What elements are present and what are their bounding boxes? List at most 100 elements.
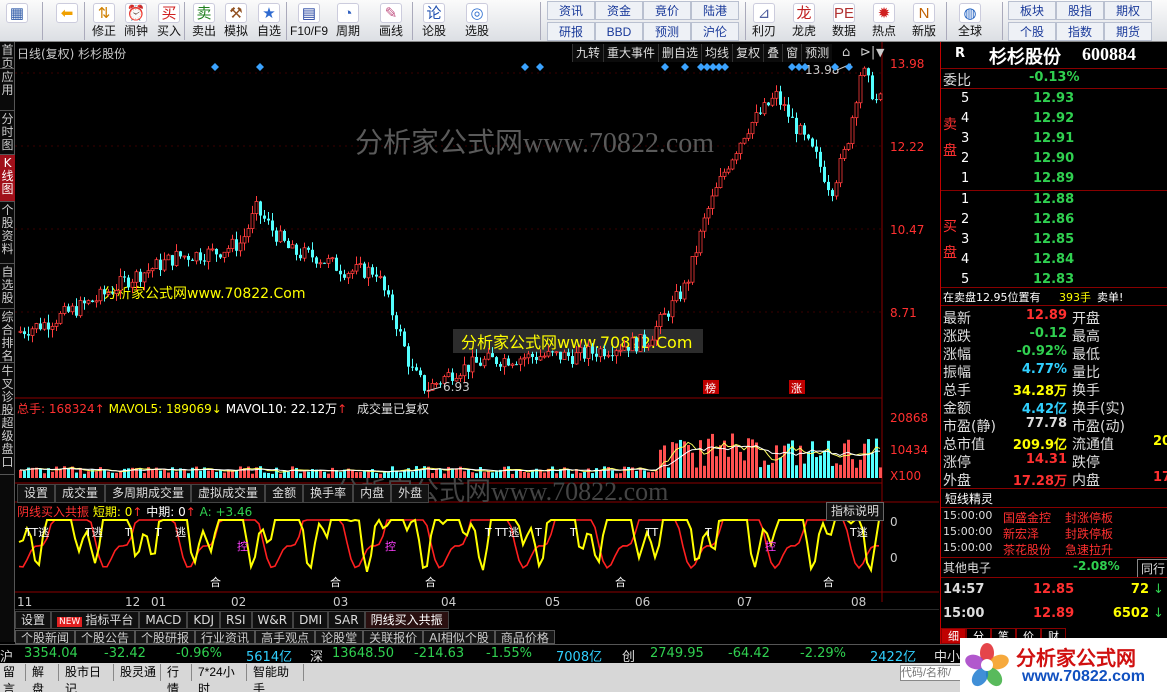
nav-item-4[interactable]: 个股资料 bbox=[0, 202, 15, 264]
toolbar-back-arrow-button[interactable]: ⬅ bbox=[50, 0, 84, 41]
chart-button-0[interactable]: 九转 bbox=[572, 44, 604, 62]
toolbar-buy-button[interactable]: 买买入 bbox=[152, 0, 186, 41]
toolbar-f10-button[interactable]: ▤ F10/F9 bbox=[288, 0, 330, 41]
search-input[interactable] bbox=[900, 665, 962, 681]
chart-button-5[interactable]: 叠 bbox=[763, 44, 783, 62]
lock-icon[interactable]: ⌂ bbox=[842, 45, 850, 60]
chevron-down-icon[interactable]: ▼ bbox=[876, 46, 885, 59]
indicator-tab-4[interactable]: RSI bbox=[220, 611, 252, 629]
candle-body bbox=[823, 166, 826, 182]
chart-button-3[interactable]: 均线 bbox=[701, 44, 733, 62]
nav-item-7[interactable]: 牛叉诊股 bbox=[0, 363, 15, 417]
indicator-tab-1[interactable]: NEW 指标平台 bbox=[51, 611, 140, 629]
spirit-stock[interactable]: 国盛金控 bbox=[1003, 509, 1051, 526]
chart-button-1[interactable]: 重大事件 bbox=[603, 44, 659, 62]
toolbar-up-down-button[interactable]: ⇅ 修正 bbox=[88, 0, 120, 41]
toolbar-grid-button[interactable]: ▦ bbox=[0, 0, 34, 41]
nav-item-2[interactable]: 分时图 bbox=[0, 111, 15, 155]
mini-button-13[interactable]: 期货 bbox=[1104, 22, 1152, 41]
indicator-tab-6[interactable]: DMI bbox=[293, 611, 329, 629]
news-tab-0[interactable]: 个股新闻 bbox=[15, 630, 76, 644]
toolbar-discuss-button[interactable]: 论论股 bbox=[414, 0, 454, 41]
status-item-6[interactable]: 智能助手 bbox=[250, 664, 304, 692]
news-tab-1[interactable]: 个股公告 bbox=[75, 630, 136, 644]
candle-body bbox=[606, 354, 611, 357]
news-tab-4[interactable]: 高手观点 bbox=[255, 630, 316, 644]
toolbar-globe-button[interactable]: ◍ 全球 bbox=[952, 0, 988, 41]
volume-tab-5[interactable]: 换手率 bbox=[303, 484, 354, 503]
volume-tab-7[interactable]: 外盘 bbox=[391, 484, 430, 503]
mini-button-3[interactable]: 陆港 bbox=[691, 1, 739, 20]
status-item-3[interactable]: 股灵通 bbox=[117, 664, 161, 681]
mini-button-7[interactable]: 沪伦 bbox=[691, 22, 739, 41]
nav-item-8[interactable]: 超级盘口 bbox=[0, 415, 15, 475]
toolbar-sell-button[interactable]: 卖卖出 bbox=[188, 0, 220, 41]
indicator-tab-0[interactable]: 设置 bbox=[15, 611, 52, 629]
mini-button-6[interactable]: 预测 bbox=[643, 22, 691, 41]
indicator-tab-2[interactable]: MACD bbox=[139, 611, 188, 629]
chart-button-4[interactable]: 复权 bbox=[732, 44, 764, 62]
chart-title: 日线(复权) 杉杉股份 bbox=[17, 47, 127, 61]
nav-item-3[interactable]: K线图 bbox=[0, 155, 15, 202]
status-item-4[interactable]: 行情 bbox=[164, 664, 192, 692]
toolbar-alarm-clock-button[interactable]: ⏰ 闹钟 bbox=[120, 0, 152, 41]
mini-button-9[interactable]: 股指 bbox=[1056, 1, 1104, 20]
candle-body bbox=[423, 375, 426, 391]
tick-time: 14:57 bbox=[943, 582, 985, 597]
news-tab-5[interactable]: 论股堂 bbox=[315, 630, 364, 644]
toolbar-gavel-button[interactable]: ⚒ 模拟 bbox=[220, 0, 252, 41]
toolbar-clock-button[interactable]: ◔ 周期 bbox=[330, 0, 366, 41]
news-tab-3[interactable]: 行业资讯 bbox=[195, 630, 256, 644]
status-item-1[interactable]: 解盘 bbox=[29, 664, 59, 692]
toolbar-hot-button[interactable]: ✹ 热点 bbox=[866, 0, 902, 41]
mini-button-0[interactable]: 资讯 bbox=[547, 1, 595, 20]
volume-tab-4[interactable]: 金额 bbox=[265, 484, 304, 503]
toolbar-select-stock-button[interactable]: ◎ 选股 bbox=[458, 0, 496, 41]
mini-button-2[interactable]: 竟价 bbox=[643, 1, 691, 20]
spirit-stock[interactable]: 茶花股份 bbox=[1003, 541, 1051, 558]
toolbar-pen-button[interactable]: ✎ 画线 bbox=[370, 0, 412, 41]
volume-axis-label: 10434 bbox=[890, 443, 928, 457]
toolbar-dragon-button[interactable]: 龙龙虎 bbox=[786, 0, 822, 41]
indicator-tab-3[interactable]: KDJ bbox=[187, 611, 220, 629]
status-item-2[interactable]: 股市日记 bbox=[62, 664, 114, 692]
mini-button-12[interactable]: 指数 bbox=[1056, 22, 1104, 41]
volume-tab-1[interactable]: 成交量 bbox=[55, 484, 106, 503]
industry-peer-button[interactable]: 同行 bbox=[1137, 559, 1167, 578]
toolbar-star-button[interactable]: ★ 自选 bbox=[252, 0, 286, 41]
status-item-0[interactable]: 留言 bbox=[0, 664, 26, 692]
status-item-5[interactable]: 7*24小时 bbox=[195, 664, 247, 692]
mini-button-8[interactable]: 板块 bbox=[1008, 1, 1056, 20]
chart-button-2[interactable]: 删自选 bbox=[658, 44, 702, 62]
nav-item-0[interactable]: 首页 bbox=[0, 42, 15, 70]
nav-item-1[interactable]: 应用 bbox=[0, 69, 15, 111]
toolbar-ruler-button[interactable]: ⊿ 利刃 bbox=[746, 0, 782, 41]
mini-button-11[interactable]: 个股 bbox=[1008, 22, 1056, 41]
spirit-stock[interactable]: 新宏泽 bbox=[1003, 525, 1039, 542]
indicator-tab-8[interactable]: 阴线买入共振 bbox=[364, 611, 449, 629]
volume-tab-3[interactable]: 虚拟成交量 bbox=[191, 484, 266, 503]
news-tab-7[interactable]: AI相似个股 bbox=[423, 630, 495, 644]
mini-button-10[interactable]: 期权 bbox=[1104, 1, 1152, 20]
volume-tab-2[interactable]: 多周期成交量 bbox=[105, 484, 192, 503]
vol-total: 总手: 168324 bbox=[17, 402, 95, 416]
chart-button-7[interactable]: 预测 bbox=[801, 44, 833, 62]
chart-button-6[interactable]: 窗 bbox=[782, 44, 802, 62]
pin-icon[interactable]: ⊳| bbox=[860, 45, 875, 60]
nav-item-5[interactable]: 自选股 bbox=[0, 264, 15, 309]
candle-body bbox=[538, 356, 543, 361]
mini-button-4[interactable]: 研报 bbox=[547, 22, 595, 41]
news-tab-6[interactable]: 关联报价 bbox=[363, 630, 424, 644]
toolbar-new-version-button[interactable]: N 新版 bbox=[906, 0, 942, 41]
toolbar-pe-button[interactable]: PE 数据 bbox=[826, 0, 862, 41]
volume-tab-6[interactable]: 内盘 bbox=[353, 484, 392, 503]
mini-button-1[interactable]: 资金 bbox=[595, 1, 643, 20]
indicator-tab-7[interactable]: SAR bbox=[328, 611, 365, 629]
mini-button-5[interactable]: BBD bbox=[595, 22, 643, 41]
nav-item-6[interactable]: 综合排名 bbox=[0, 309, 15, 363]
indicator-tab-5[interactable]: W&R bbox=[251, 611, 294, 629]
indicator-explain-button[interactable]: 指标说明 bbox=[826, 502, 885, 521]
news-tab-8[interactable]: 商品价格 bbox=[494, 630, 555, 644]
volume-tab-0[interactable]: 设置 bbox=[17, 484, 56, 503]
news-tab-2[interactable]: 个股研报 bbox=[135, 630, 196, 644]
